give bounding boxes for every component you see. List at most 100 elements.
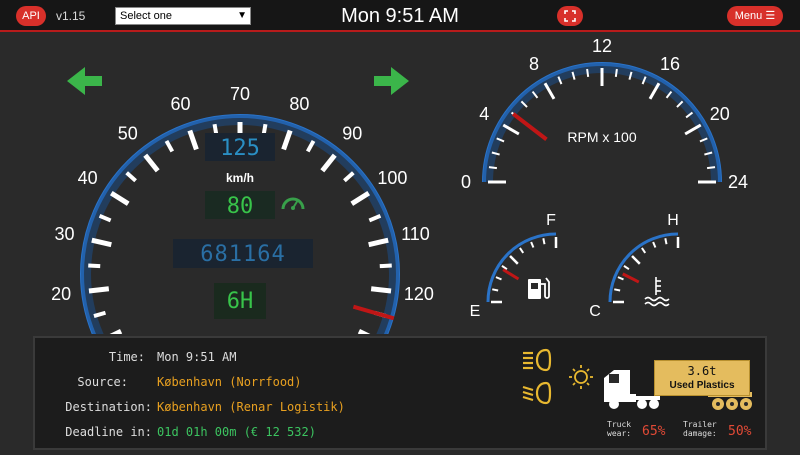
fullscreen-icon (564, 10, 576, 22)
rpm-minor-tick (586, 68, 590, 78)
rpm-scale-label: 12 (592, 36, 612, 56)
fuel-gauge: E F (470, 212, 558, 320)
api-button[interactable]: API (16, 6, 46, 26)
temp-tick (614, 288, 621, 292)
truck-wear-label-line2: wear: (607, 429, 632, 438)
rpm-needle (511, 112, 548, 141)
speed-major-tick (109, 329, 123, 334)
fuel-tick (530, 241, 535, 248)
speed-major-tick (350, 191, 371, 206)
menu-label: Menu (734, 10, 763, 22)
destination-label: Destination: (65, 400, 152, 414)
rpm-unit-label: RPM x 100 (567, 129, 636, 145)
rpm-scale-label: 8 (529, 54, 539, 74)
speed-major-tick (368, 237, 389, 248)
time-label: Time: (108, 350, 145, 364)
speed-scale-label: 90 (342, 123, 362, 143)
temp-tick (641, 247, 647, 254)
speed-major-tick (370, 286, 392, 294)
speed-scale-label: 40 (78, 168, 98, 188)
truck-wear-label-line1: Truck (607, 420, 632, 429)
rpm-minor-tick (706, 166, 716, 170)
temperature-gauge: C H (589, 212, 680, 320)
cargo-card: 3.6t Used Plastics (654, 360, 750, 396)
skin-select-value: Select one (120, 10, 172, 22)
speed-scale-label: 30 (54, 224, 74, 244)
light-indicators (522, 348, 593, 405)
dashboard: 0102030405060708090100110120130140 125 k… (51, 36, 748, 334)
menu-button[interactable]: Menu ☰ (727, 6, 783, 26)
rpm-scale-label: 20 (710, 104, 730, 124)
cargo-name: Used Plastics (669, 380, 735, 391)
speed-minor-tick (88, 263, 101, 269)
speed-scale-label: 100 (377, 168, 407, 188)
speed-major-tick (91, 237, 112, 248)
rpm-scale-label: 0 (461, 172, 471, 192)
speed-readout: 125 (220, 136, 260, 161)
top-bar: API v1.15 Select one ▼ Mon 9:51 AM Menu … (0, 0, 800, 32)
cruise-control-icon (281, 197, 305, 210)
fuel-tick (542, 238, 546, 245)
rpm-scale-label: 16 (660, 54, 680, 74)
high-beam-icon (523, 348, 552, 372)
game-clock: Mon 9:51 AM (341, 5, 459, 27)
version-label: v1.15 (56, 9, 86, 23)
speed-major-tick (281, 129, 293, 151)
speed-major-tick (143, 153, 160, 173)
fuel-tick (495, 276, 502, 281)
rpm-scale-label: 24 (728, 172, 748, 192)
speed-minor-tick (98, 213, 112, 223)
speed-scale-label: 20 (51, 284, 71, 304)
speed-major-tick (357, 329, 371, 334)
cruise-control-readout: 80 (227, 194, 254, 219)
speed-minor-tick (164, 139, 175, 153)
temp-tick (617, 276, 624, 281)
gear-readout: 6H (227, 289, 254, 314)
temp-tick (652, 241, 657, 248)
speed-scale-label: 60 (171, 94, 191, 114)
temp-cold-label: C (589, 303, 601, 320)
speed-scale-label: 80 (289, 94, 309, 114)
fuel-tick (519, 247, 525, 254)
speed-scale-label: 120 (404, 284, 434, 304)
speed-major-tick (320, 153, 337, 173)
rpm-scale-label: 4 (479, 104, 489, 124)
temp-tick (664, 238, 668, 245)
trailer-damage-label-line2: damage: (683, 429, 717, 438)
speed-major-tick (109, 191, 130, 206)
speed-scale-label: 70 (230, 84, 250, 104)
fuel-needle (502, 268, 520, 281)
speed-scale-label: 50 (118, 123, 138, 143)
destination-value: København (Renar Logistik) (157, 400, 345, 414)
low-beam-icon (522, 381, 552, 405)
left-turn-signal-icon (67, 67, 102, 95)
speed-minor-tick (343, 171, 355, 183)
rpm-minor-tick (614, 68, 618, 78)
trailer-damage-label: Trailer damage: (683, 420, 717, 438)
temp-rim (608, 232, 679, 303)
source-value: København (Norrfood) (157, 375, 302, 389)
source-label: Source: (77, 375, 128, 389)
speed-minor-tick (125, 171, 137, 183)
trailer-damage-label-line1: Trailer (683, 420, 717, 429)
truck-icon (604, 370, 660, 409)
fuel-pump-icon (528, 277, 550, 299)
rpm-minor-tick (488, 166, 498, 170)
fullscreen-button[interactable] (557, 6, 583, 26)
temp-tick (631, 255, 641, 265)
speed-minor-tick (368, 213, 382, 223)
speed-minor-tick (379, 263, 392, 269)
fuel-tick (509, 255, 519, 265)
parking-light-icon (569, 365, 593, 389)
trailer-damage-value: 50% (728, 424, 752, 439)
speedometer: 0102030405060708090100110120130140 125 k… (51, 67, 434, 334)
speed-major-tick (88, 286, 110, 294)
hamburger-icon: ☰ (765, 10, 776, 22)
cargo-weight: 3.6t (687, 364, 717, 378)
time-value: Mon 9:51 AM (157, 350, 237, 364)
skin-select[interactable]: Select one ▼ (115, 7, 251, 25)
temp-tick (623, 265, 630, 271)
right-turn-signal-icon (374, 67, 409, 95)
rpm-gauge: 0 4 8 12 16 20 24 RPM x 100 (461, 36, 748, 192)
temp-ticks (613, 237, 680, 304)
